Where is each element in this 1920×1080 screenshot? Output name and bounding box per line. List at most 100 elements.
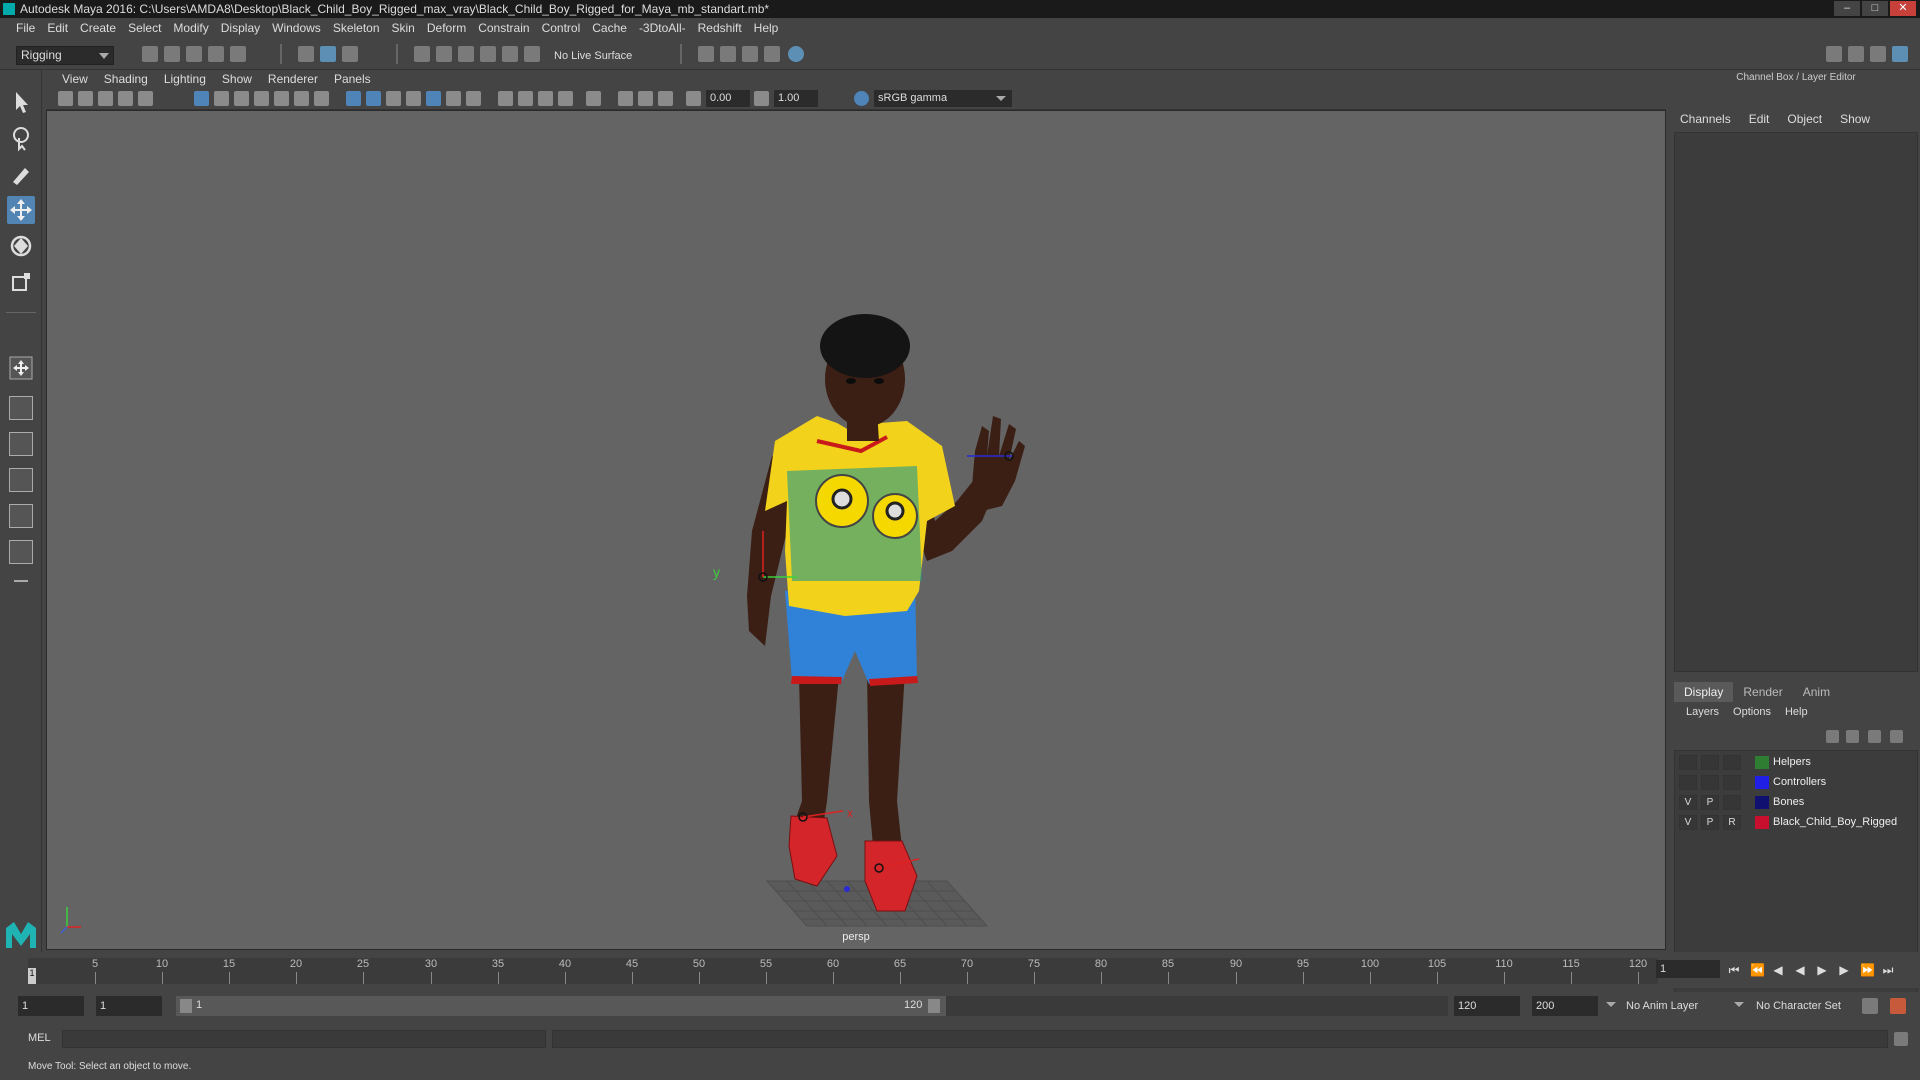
ipr-render-icon[interactable] [742,46,758,62]
cb-menu-show[interactable]: Show [1840,112,1870,126]
layout-outliner-button[interactable] [9,504,33,528]
command-language-label[interactable]: MEL [28,1032,51,1044]
minimize-button[interactable]: – [1834,1,1860,16]
menu-control[interactable]: Control [536,21,587,35]
layer-playback-toggle[interactable]: P [1701,815,1719,830]
menu-redshift[interactable]: Redshift [692,21,748,35]
gate-mask-icon[interactable] [254,91,269,106]
backface-icon[interactable] [658,91,673,106]
time-slider[interactable]: 1 5 10 15 20 25 30 35 40 45 50 55 60 65 70 75 80 85 90 95 1… [0,952,1920,988]
select-hierarchy-icon[interactable] [298,46,314,62]
layer-reference-toggle[interactable]: R [1723,815,1741,830]
snap-live-icon[interactable] [524,46,540,62]
camera-attributes-icon[interactable] [78,91,93,106]
layer-reference-toggle[interactable] [1723,775,1741,790]
depth-of-field-icon[interactable] [558,91,573,106]
panel-menu-renderer[interactable]: Renderer [260,72,326,86]
undo-icon[interactable] [208,46,224,62]
panel-menu-view[interactable]: View [54,72,96,86]
gamma-field[interactable]: 1.00 [774,90,818,107]
menu-deform[interactable]: Deform [421,21,472,35]
le-menu-help[interactable]: Help [1785,706,1808,718]
cb-menu-edit[interactable]: Edit [1749,112,1770,126]
snap-curve-icon[interactable] [436,46,452,62]
exposure-icon[interactable] [686,91,701,106]
menu-skin[interactable]: Skin [386,21,421,35]
layer-row[interactable]: V P Bones [1675,793,1919,812]
layer-visibility-toggle[interactable] [1679,775,1697,790]
layer-visibility-toggle[interactable] [1679,755,1697,770]
move-tool-button[interactable] [7,196,35,224]
move-layer-down-icon[interactable] [1846,730,1859,743]
move-layer-up-icon[interactable] [1826,730,1839,743]
grease-pencil-icon[interactable] [138,91,153,106]
panel-menu-lighting[interactable]: Lighting [156,72,214,86]
tab-anim[interactable]: Anim [1793,682,1840,702]
select-component-icon[interactable] [342,46,358,62]
resolution-gate-icon[interactable] [234,91,249,106]
step-forward-key-icon[interactable]: ⏩ [1860,964,1875,976]
select-tool-icon[interactable] [7,88,35,116]
panel-menu-panels[interactable]: Panels [326,72,379,86]
redo-icon[interactable] [230,46,246,62]
cb-menu-channels[interactable]: Channels [1680,112,1731,126]
channel-box-icon[interactable] [1892,46,1908,62]
xray-active-icon[interactable] [638,91,653,106]
camera-select-icon[interactable] [58,91,73,106]
playback-end-field[interactable]: 120 [1454,996,1520,1016]
layout-stacked-button[interactable] [9,468,33,492]
gamma-icon[interactable] [754,91,769,106]
playback-start-field[interactable]: 1 [96,996,162,1016]
field-chart-icon[interactable] [274,91,289,106]
step-forward-frame-icon[interactable]: ▶ [1838,964,1850,976]
snap-surface-icon[interactable] [502,46,518,62]
menu-skeleton[interactable]: Skeleton [327,21,386,35]
antialiasing-icon[interactable] [538,91,553,106]
tab-render[interactable]: Render [1733,682,1792,702]
animation-start-field[interactable]: 1 [18,996,84,1016]
panel-menu-shading[interactable]: Shading [96,72,156,86]
tab-display[interactable]: Display [1674,682,1734,702]
script-editor-icon[interactable] [1894,1032,1908,1046]
new-layer-icon[interactable] [1868,730,1881,743]
xray-joints-icon[interactable] [618,91,633,106]
auto-key-icon[interactable] [1862,998,1878,1014]
command-input[interactable] [62,1030,546,1048]
range-slider-track[interactable] [946,996,1448,1016]
current-time-marker[interactable]: 1 [28,968,36,984]
layer-color-swatch[interactable] [1755,756,1769,769]
step-back-key-icon[interactable]: ⏪ [1750,964,1765,976]
le-menu-layers[interactable]: Layers [1686,706,1719,718]
default-material-icon[interactable] [386,91,401,106]
maximize-button[interactable]: □ [1862,1,1888,16]
bookmark-icon[interactable] [98,91,113,106]
safe-action-icon[interactable] [294,91,309,106]
chevron-down-icon[interactable] [1734,1002,1744,1007]
menu-create[interactable]: Create [74,21,122,35]
play-forward-icon[interactable]: ▶ [1816,964,1828,976]
motion-blur-icon[interactable] [518,91,533,106]
shadows-icon[interactable] [466,91,481,106]
layer-playback-toggle[interactable]: P [1701,795,1719,810]
layer-visibility-toggle[interactable]: V [1679,815,1697,830]
exposure-field[interactable]: 0.00 [706,90,750,107]
snap-point-icon[interactable] [458,46,474,62]
new-layer-selected-icon[interactable] [1890,730,1903,743]
animation-end-field[interactable]: 200 [1532,996,1598,1016]
modeling-toolkit-icon[interactable] [1826,46,1842,62]
snap-view-icon[interactable] [480,46,496,62]
wireframe-icon[interactable] [346,91,361,106]
layer-reference-toggle[interactable] [1723,795,1741,810]
menu-select[interactable]: Select [122,21,167,35]
grid-toggle-icon[interactable] [194,91,209,106]
layer-row[interactable]: Helpers [1675,753,1919,772]
menu-constrain[interactable]: Constrain [472,21,535,35]
layer-color-swatch[interactable] [1755,776,1769,789]
image-plane-icon[interactable] [118,91,133,106]
film-gate-icon[interactable] [214,91,229,106]
character-set-select[interactable]: No Character Set [1752,996,1862,1016]
smooth-shade-icon[interactable] [366,91,381,106]
layout-two-side-button[interactable] [9,432,33,456]
range-end-handle[interactable] [928,999,940,1013]
play-backward-icon[interactable]: ◀ [1794,964,1806,976]
